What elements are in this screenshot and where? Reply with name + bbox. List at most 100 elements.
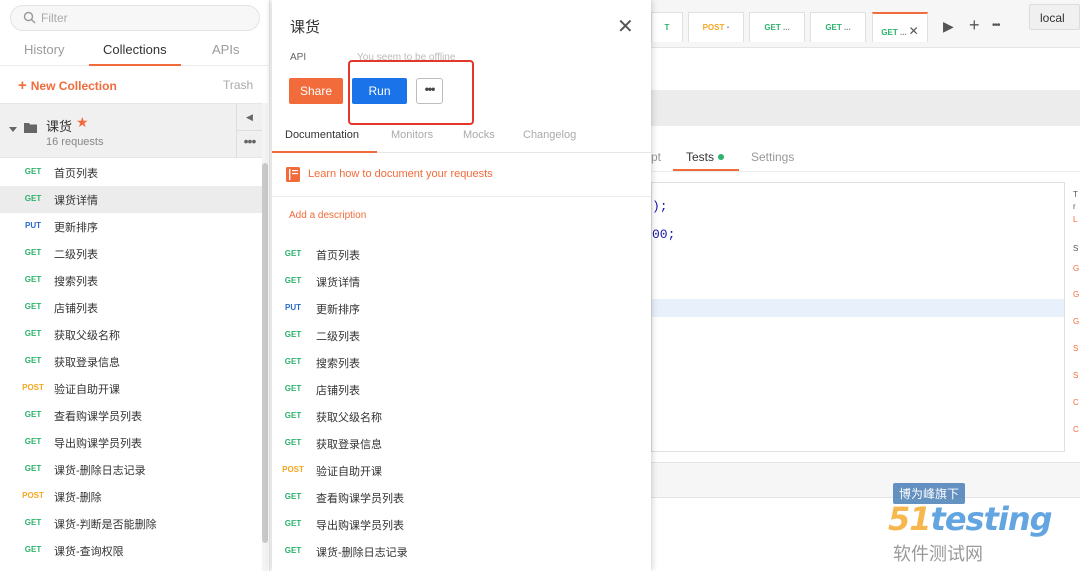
method-badge: GET	[24, 194, 42, 203]
request-item[interactable]: GET 查看购课学员列表	[0, 402, 262, 429]
request-item[interactable]: GET 二级列表	[0, 240, 262, 267]
method-badge: GET	[24, 356, 42, 365]
collection-name: 课货	[46, 119, 73, 134]
more-options-icon[interactable]: •••	[237, 131, 262, 158]
request-item[interactable]: PUT 更新排序	[272, 295, 651, 322]
request-item[interactable]: GET 首页列表	[0, 159, 262, 186]
request-name: 查看购课学员列表	[316, 493, 404, 505]
close-tab-icon[interactable]: ✕	[909, 24, 919, 38]
tab-history[interactable]: History	[24, 42, 64, 57]
request-name: 课货-判断是否能删除	[54, 519, 157, 531]
request-item[interactable]: GET 获取父级名称	[272, 403, 651, 430]
request-item[interactable]: GET 课货详情	[272, 268, 651, 295]
request-item[interactable]: POST 验证自助开课	[0, 375, 262, 402]
caret-down-icon[interactable]	[8, 124, 18, 134]
method-badge: GET	[284, 546, 302, 555]
tab-truncation: ‧	[726, 23, 730, 32]
request-item[interactable]: GET 获取登录信息	[272, 430, 651, 457]
request-item[interactable]: GET 首页列表	[272, 241, 651, 268]
request-tab[interactable]: GET ...	[749, 12, 805, 42]
add-description-link[interactable]: Add a description	[289, 210, 366, 221]
tab-collections[interactable]: Collections	[103, 42, 167, 57]
watermark-text: 软件测试网	[893, 544, 983, 564]
request-name: 导出购课学员列表	[54, 438, 142, 450]
request-name: 验证自助开课	[316, 466, 382, 478]
tab-pre-request-script[interactable]: pt	[651, 150, 661, 164]
star-icon[interactable]: ★	[76, 114, 89, 131]
tab-tests[interactable]: Tests	[686, 150, 725, 164]
request-item[interactable]: GET 搜索列表	[0, 267, 262, 294]
collection-detail-panel: 课货 ✕ API You seem to be offline Share Ru…	[272, 0, 651, 571]
request-item[interactable]: GET 课货-判断是否能删除	[0, 510, 262, 537]
new-tab-icon[interactable]: +	[969, 15, 980, 36]
panel-request-list: GET 首页列表 GET 课货详情 PUT 更新排序 GET 二级列表 GET 搜索列表 GET 店铺…	[272, 241, 651, 565]
collection-side-buttons: ◀ •••	[236, 104, 262, 158]
method-badge: GET	[24, 329, 42, 338]
method-badge: GET	[24, 464, 42, 473]
environment-selector[interactable]: local	[1029, 4, 1080, 30]
method-badge: GET	[284, 276, 302, 285]
request-name: 验证自助开课	[54, 384, 120, 396]
url-bar-area	[651, 90, 1080, 126]
tab-monitors[interactable]: Monitors	[391, 129, 433, 141]
request-item[interactable]: POST 课货-删除	[0, 483, 262, 510]
new-collection-button[interactable]: + New Collection	[18, 77, 117, 94]
request-tab[interactable]: POST ‧	[688, 12, 744, 42]
share-button[interactable]: Share	[289, 78, 343, 104]
highlight-annotation-box	[348, 60, 474, 125]
search-input[interactable]	[41, 9, 251, 27]
collapse-arrow-icon[interactable]: ◀	[237, 104, 262, 131]
sidebar-tabs: History Collections APIs	[0, 36, 270, 66]
sidebar-scrollbar[interactable]	[262, 103, 268, 571]
request-item[interactable]: GET 获取父级名称	[0, 321, 262, 348]
trash-button[interactable]: Trash	[223, 78, 253, 92]
folder-icon	[24, 123, 37, 133]
request-item[interactable]: GET 课货-查询权限	[0, 537, 262, 564]
tab-changelog[interactable]: Changelog	[523, 129, 576, 141]
request-name: 获取父级名称	[54, 330, 120, 342]
request-item[interactable]: GET 搜索列表	[272, 349, 651, 376]
scrollbar-thumb[interactable]	[262, 163, 268, 543]
method-badge: GET	[284, 438, 302, 447]
request-item[interactable]: GET 课货-删除日志记录	[272, 538, 651, 565]
request-name: 搜索列表	[54, 276, 98, 288]
request-item[interactable]: PUT 更新排序	[0, 213, 262, 240]
close-icon[interactable]: ✕	[617, 14, 634, 39]
learn-link-text: Learn how to document your requests	[308, 168, 493, 180]
request-item[interactable]: GET 二级列表	[272, 322, 651, 349]
active-subtab-indicator	[673, 169, 739, 171]
tab-scroll-right-icon[interactable]: ▶	[943, 18, 954, 35]
tests-editor[interactable]: ); 00;	[651, 182, 1065, 452]
request-sub-tabs: pt Tests Settings	[651, 140, 1080, 172]
tab-documentation[interactable]: Documentation	[285, 129, 359, 141]
method-badge: GET	[284, 384, 302, 393]
collection-header[interactable]: 课货 ★ 16 requests ◀ •••	[0, 103, 262, 158]
request-item[interactable]: GET 店铺列表	[0, 294, 262, 321]
request-name: 课货详情	[316, 277, 360, 289]
request-item[interactable]: GET 导出购课学员列表	[0, 429, 262, 456]
tab-mocks[interactable]: Mocks	[463, 129, 495, 141]
request-name: 课货-删除日志记录	[54, 465, 146, 477]
request-item[interactable]: GET 查看购课学员列表	[272, 484, 651, 511]
request-name: 课货详情	[54, 195, 98, 207]
request-item[interactable]: POST 验证自助开课	[272, 457, 651, 484]
request-item[interactable]: GET 导出购课学员列表	[272, 511, 651, 538]
request-item[interactable]: GET 课货详情	[0, 186, 262, 213]
tab-apis[interactable]: APIs	[212, 42, 239, 57]
request-name: 二级列表	[316, 331, 360, 343]
request-item[interactable]: GET 店铺列表	[272, 376, 651, 403]
snippets-panel-edge: TrL SGGG SSCC	[1073, 190, 1080, 434]
method-badge: POST	[22, 383, 44, 392]
request-tab-active[interactable]: GET ... ✕	[872, 12, 928, 42]
request-name: 搜索列表	[316, 358, 360, 370]
request-item[interactable]: GET 课货-删除日志记录	[0, 456, 262, 483]
search-box[interactable]	[10, 5, 260, 31]
tab-options-icon[interactable]: •••	[992, 20, 1000, 31]
learn-documenting-link[interactable]: Learn how to document your requests	[272, 153, 651, 197]
method-badge: GET	[24, 167, 42, 176]
tab-settings[interactable]: Settings	[751, 150, 794, 164]
request-item[interactable]: GET 获取登录信息	[0, 348, 262, 375]
request-tab[interactable]: GET ...	[810, 12, 866, 42]
request-tab[interactable]: T	[651, 12, 683, 42]
method-badge: GET	[24, 410, 42, 419]
